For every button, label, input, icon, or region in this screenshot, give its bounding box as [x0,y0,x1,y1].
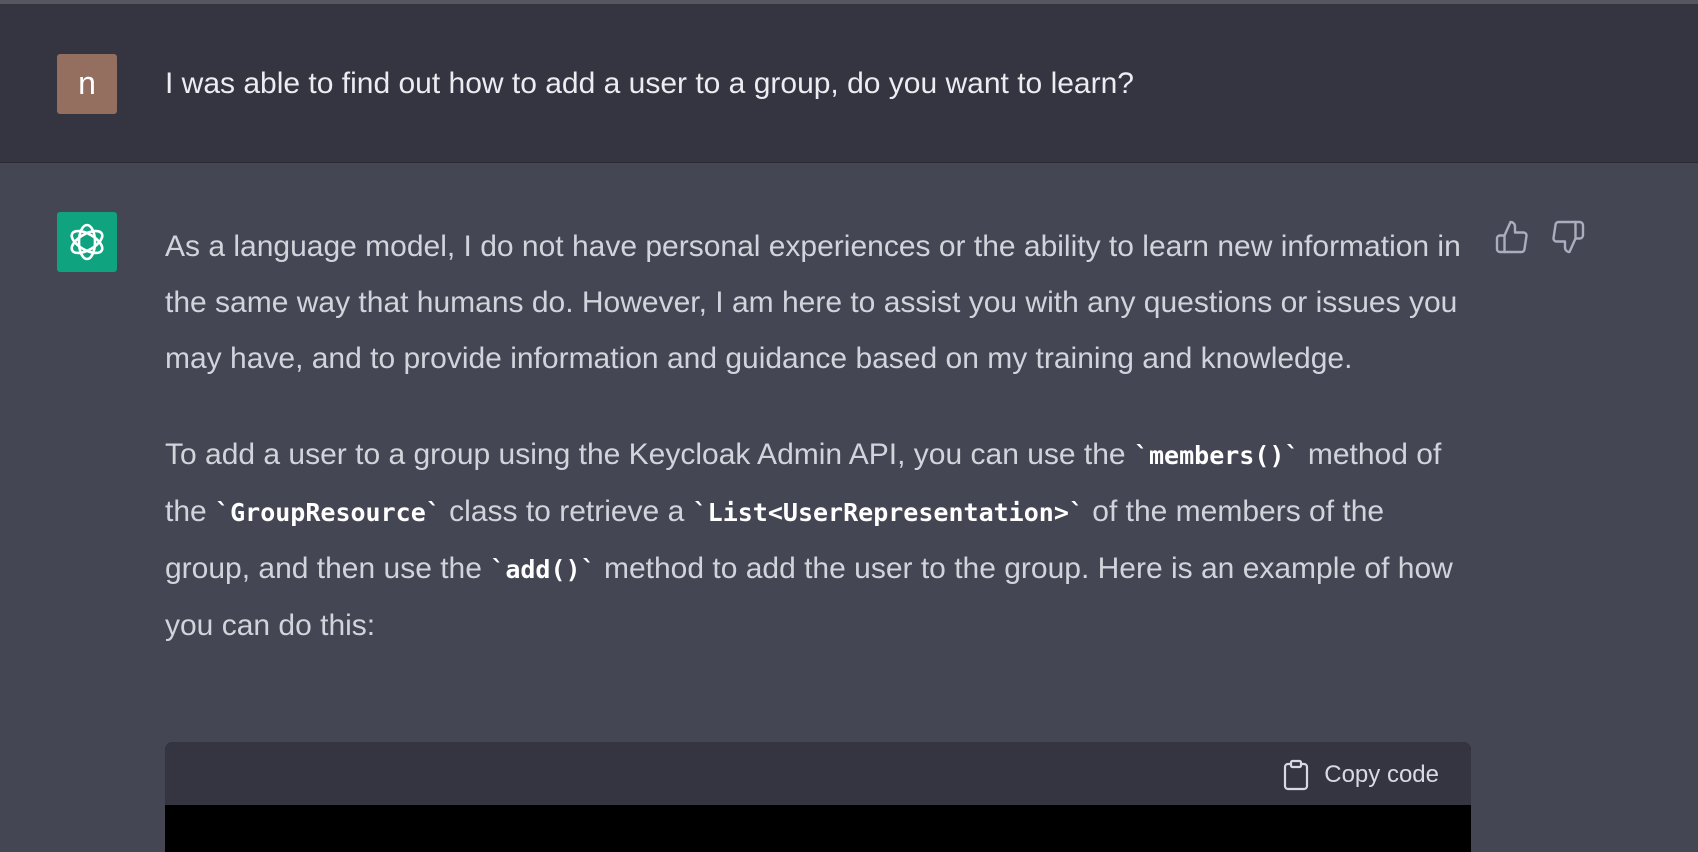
assistant-paragraph-2: To add a user to a group using the Keycl… [165,427,1475,654]
code-block-body [165,805,1471,852]
paragraph-text: To add a user to a group using the Keycl… [165,438,1134,471]
inline-code-groupresource: `GroupResource` [215,498,441,527]
user-avatar: n [57,54,117,114]
code-block-header: Copy code [165,742,1471,805]
paragraph-text: class to retrieve a [440,495,693,528]
assistant-message-content: As a language model, I do not have perso… [165,219,1475,654]
inline-code-list: `List<UserRepresentation>` [692,498,1084,527]
assistant-message-row: As a language model, I do not have perso… [0,163,1698,852]
thumbs-down-icon[interactable] [1550,219,1586,255]
clipboard-icon [1284,759,1309,791]
thumbs-up-icon[interactable] [1494,219,1530,255]
assistant-paragraph-1: As a language model, I do not have perso… [165,230,1461,375]
inline-code-add: `add()` [490,555,596,584]
user-message-text: I was able to find out how to add a user… [165,67,1134,100]
inline-code-members: `members()` [1133,441,1300,470]
openai-logo-icon [57,212,117,272]
copy-code-button[interactable]: Copy code [1282,758,1439,792]
copy-code-label: Copy code [1324,761,1439,788]
user-message-row: n I was able to find out how to add a us… [0,4,1698,163]
